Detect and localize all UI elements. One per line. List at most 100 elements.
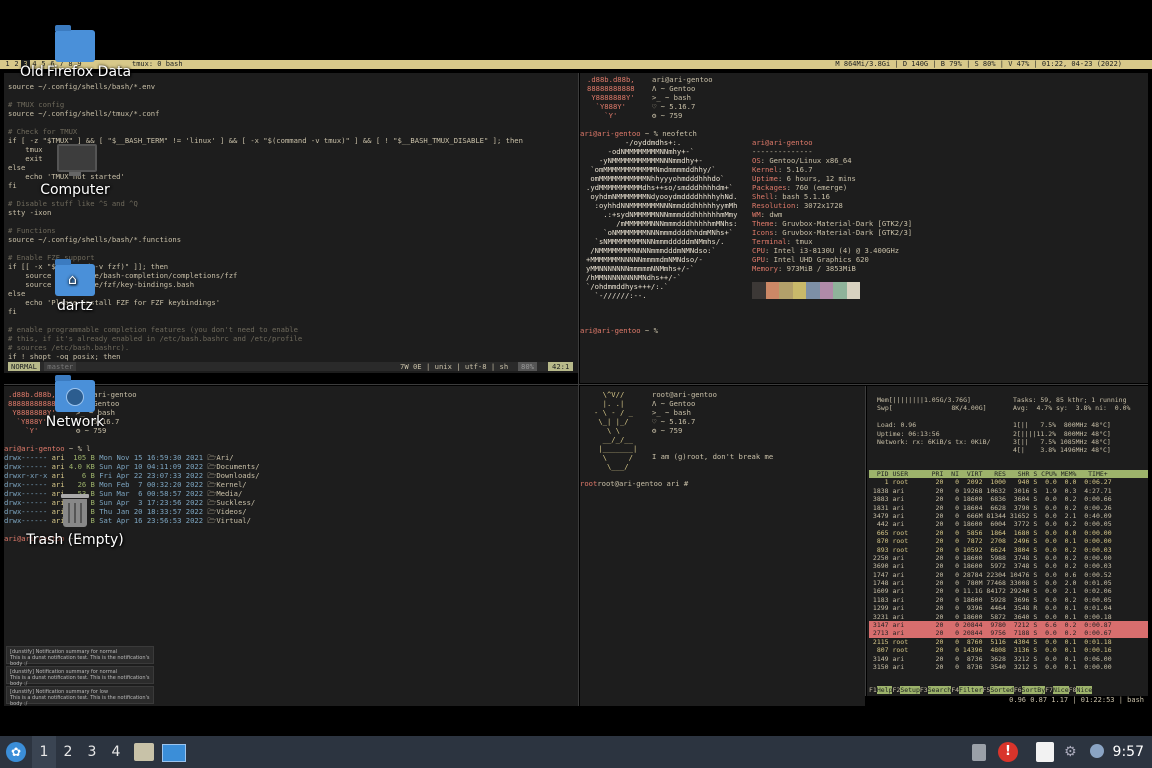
- neofetch-user: ari@ari-gentoo: [752, 138, 813, 147]
- htop-key-F3[interactable]: F3: [920, 686, 928, 694]
- notification-icon[interactable]: [1090, 744, 1104, 758]
- htop-process-row[interactable]: 3690 ari 20 0 18600 5972 3748 S 0.0 0.2 …: [869, 562, 1148, 570]
- ls-user: ari: [51, 462, 69, 471]
- htop-process-row[interactable]: 3883 ari 20 0 18600 6836 3604 S 0.0 0.2 …: [869, 495, 1148, 503]
- vim-line: # this, if it's already enabled in /etc/…: [8, 334, 303, 343]
- htop-process-row[interactable]: 2250 ari 20 0 18600 5988 3748 S 0.0 0.2 …: [869, 554, 1148, 562]
- desktop-icon-dartz[interactable]: ⌂ dartz: [20, 258, 130, 314]
- htop-process-row[interactable]: 893 root 20 0 10592 6624 3804 S 0.0 0.2 …: [869, 546, 1148, 554]
- neofetch-field: Kernel: 5.16.7: [752, 165, 912, 174]
- vim-line: # enable programmable completion feature…: [8, 325, 298, 334]
- network-status-icon[interactable]: ⚙: [1064, 744, 1077, 760]
- htop-process-row[interactable]: 1838 ari 20 0 19268 10632 3016 S 1.9 0.3…: [869, 487, 1148, 495]
- htop-key-label[interactable]: Nice: [1076, 686, 1093, 694]
- htop-process-row[interactable]: 2713 ari 20 0 20844 9756 7188 S 0.0 0.2 …: [869, 629, 1148, 638]
- htop-process-row[interactable]: 442 ari 20 0 18600 6004 3772 S 0.0 0.2 0…: [869, 520, 1148, 528]
- htop-key-F7[interactable]: F7: [1045, 686, 1053, 694]
- ls-name: 🗁Kernel/: [207, 480, 247, 489]
- field-value: Intel UHD Graphics 620: [773, 255, 869, 264]
- file-manager-icon[interactable]: [134, 743, 154, 761]
- htop-key-F1[interactable]: F1: [869, 686, 877, 694]
- vim-percent: 80%: [518, 362, 537, 371]
- notification[interactable]: [dunstify] Notification summary for norm…: [6, 646, 154, 667]
- ls-user: ari: [51, 480, 69, 489]
- htop-process-row[interactable]: 3479 ari 20 0 666M 81344 31652 S 0.0 2.1…: [869, 512, 1148, 520]
- notification[interactable]: [dunstify] Notification summary for low T…: [6, 686, 154, 707]
- neofetch-divider: --------------: [752, 147, 813, 156]
- app-menu-icon[interactable]: ✿: [6, 742, 26, 762]
- htop-key-label[interactable]: Setup: [900, 686, 920, 694]
- htop-key-label[interactable]: SortBy: [1021, 686, 1046, 694]
- htop-process-row[interactable]: 3150 ari 20 0 8736 3540 3212 S 0.0 0.1 0…: [869, 663, 1148, 671]
- neofetch-field: Theme: Gruvbox-Material-Dark [GTK2/3]: [752, 219, 912, 228]
- field-sep: :: [773, 228, 783, 237]
- htop-process-row[interactable]: 2115 root 20 0 8760 5116 4304 S 0.0 0.1 …: [869, 638, 1148, 646]
- desktop-icon-network[interactable]: Network: [20, 374, 130, 430]
- field-sep: :: [760, 156, 770, 165]
- field-key: CPU: [752, 246, 765, 255]
- htop-process-table[interactable]: PID USER PRI NI VIRT RES SHR S CPU% MEM%…: [869, 470, 1148, 671]
- vim-buffer[interactable]: source ~/.config/shells/bash/*.env # TMU…: [8, 82, 523, 361]
- palette-swatch: [765, 282, 779, 299]
- desktop-icon-computer[interactable]: Computer: [20, 142, 130, 198]
- tmux-system-status: M 864Mi/3.8Gi | D 140G | B 79% | S 80% |…: [835, 60, 1122, 68]
- art-line: |_______|: [594, 444, 638, 453]
- htop-key-label[interactable]: Search: [927, 686, 952, 694]
- htop-key-label[interactable]: Nice: [1052, 686, 1069, 694]
- htop-meter: 2[||||11.2% 800MHz 48°C]: [1013, 429, 1111, 438]
- root-pane[interactable]: \^V// |. .| - \ - / _ \_| |_/ \ \ __/_/__…: [580, 386, 865, 706]
- workspace-3[interactable]: 3: [80, 736, 104, 768]
- network-folder-icon: [55, 374, 95, 412]
- htop-process-row[interactable]: 1183 ari 20 0 18600 5928 3696 S 0.0 0.2 …: [869, 596, 1148, 604]
- htop-process-row[interactable]: 1748 ari 20 0 780M 77468 33008 S 0.0 2.0…: [869, 579, 1148, 587]
- htop-process-row[interactable]: 1831 ari 20 0 18604 6628 3790 S 0.0 0.2 …: [869, 504, 1148, 512]
- window-icon[interactable]: [162, 744, 186, 762]
- htop-process-row[interactable]: 1747 ari 20 0 28784 22304 10476 S 0.0 0.…: [869, 571, 1148, 579]
- htop-process-row[interactable]: 1609 ari 20 0 11.1G 84172 29240 S 0.0 2.…: [869, 587, 1148, 595]
- clipboard-icon[interactable]: [972, 744, 986, 761]
- htop-process-row[interactable]: 1 root 20 0 2092 1000 940 S 0.0 0.0 0:06…: [869, 478, 1148, 486]
- htop-key-F6[interactable]: F6: [1014, 686, 1022, 694]
- neofetch-pane[interactable]: .d88b.d88b, 88888888888 Y8888888Y' `Y888Y…: [580, 73, 1148, 383]
- vim-line: # Functions: [8, 226, 56, 235]
- vim-line: if ! shopt -oq posix; then: [8, 352, 121, 361]
- workspace-1[interactable]: 1: [32, 736, 56, 768]
- htop-process-row[interactable]: 3149 ari 20 0 8736 3628 3212 S 0.0 0.1 0…: [869, 655, 1148, 663]
- htop-key-label[interactable]: Sorted: [990, 686, 1014, 694]
- htop-function-keys[interactable]: F1HelpF2SetupF3SearchF4FilterF5SortedF6S…: [869, 686, 1093, 695]
- taskbar-clock[interactable]: 9:57: [1113, 736, 1144, 768]
- desktop-icon-label: dartz: [56, 298, 94, 314]
- htop-process-row[interactable]: 665 root 20 0 5856 1864 1680 S 0.0 0.0 0…: [869, 529, 1148, 537]
- vim-pane[interactable]: source ~/.config/shells/bash/*.env # TMU…: [4, 73, 578, 373]
- trash-icon: [55, 492, 95, 530]
- desktop-icon-firefox-data[interactable]: Old Firefox Data: [20, 24, 131, 80]
- field-key: Memory: [752, 264, 778, 273]
- desktop-icon-trash[interactable]: Trash (Empty): [20, 492, 130, 548]
- workspace-4[interactable]: 4: [104, 736, 128, 768]
- htop-meter: Swp[ 8K/4.00G]: [877, 404, 987, 413]
- htop-process-row[interactable]: 1299 ari 20 0 9396 4464 3548 R 0.0 0.1 0…: [869, 604, 1148, 612]
- alert-icon[interactable]: !: [998, 742, 1018, 762]
- field-value: Gruvbox-Material-Dark [GTK2/3]: [782, 219, 913, 228]
- htop-process-row[interactable]: 807 root 20 0 14396 4808 3136 S 0.0 0.1 …: [869, 646, 1148, 654]
- art-line: :oyhhdNNMMMMMMMNNNmmdddhhhhhyymMh: [586, 201, 738, 210]
- htop-key-label[interactable]: Help: [876, 686, 893, 694]
- htop-key-label[interactable]: Filter: [959, 686, 983, 694]
- notes-icon[interactable]: [1036, 742, 1054, 762]
- htop-process-row[interactable]: 3147 ari 20 0 20844 9780 7212 S 6.6 0.2 …: [869, 621, 1148, 630]
- root-message: I am (g)root, don't break me: [652, 452, 774, 461]
- field-value: 760 (emerge): [795, 183, 848, 192]
- htop-meters-right: Tasks: 59, 85 kthr; 1 running Avg: 4.7% s…: [1013, 396, 1130, 455]
- workspace-2[interactable]: 2: [56, 736, 80, 768]
- htop-key-F4[interactable]: F4: [951, 686, 959, 694]
- field-sep: :: [773, 192, 783, 201]
- vim-line: [8, 91, 523, 100]
- ls-name: 🗁Virtual/: [207, 516, 251, 525]
- notification[interactable]: [dunstify] Notification summary for norm…: [6, 666, 154, 687]
- htop-pane[interactable]: Mem[||||||||1.05G/3.76G] Swp[ 8K/4.00G] L…: [867, 386, 1148, 696]
- ls-name: 🗁Ari/: [207, 453, 234, 462]
- tmux-window-1[interactable]: 1: [3, 60, 12, 69]
- neofetch-prompt-end: ari@ari-gentoo ~ %: [580, 326, 658, 335]
- htop-process-row[interactable]: 3231 ari 20 0 18600 5872 3640 S 0.0 0.1 …: [869, 613, 1148, 621]
- htop-process-row[interactable]: 870 root 20 0 7872 2708 2496 S 0.0 0.1 0…: [869, 537, 1148, 545]
